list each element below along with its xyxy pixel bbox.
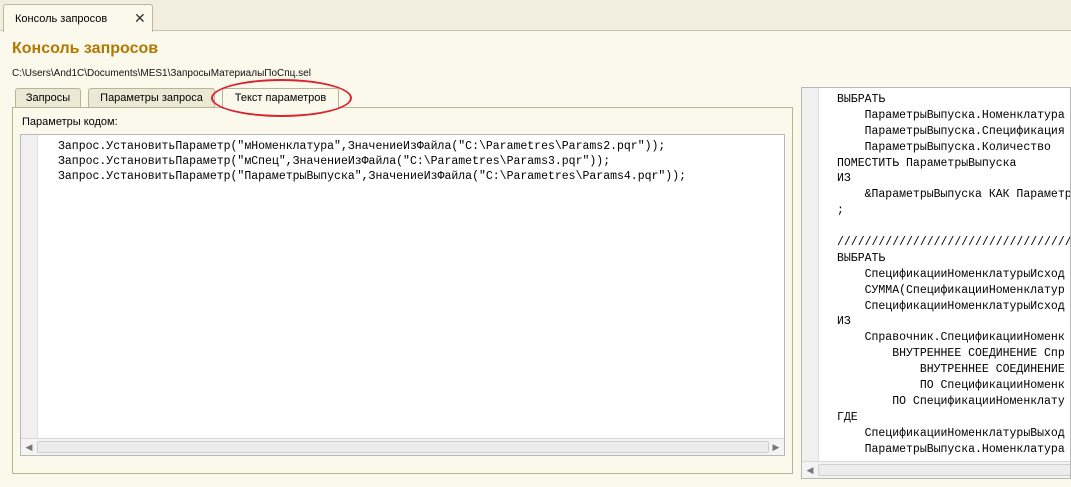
editor-gutter — [21, 135, 38, 439]
query-line: ИЗ — [837, 172, 851, 186]
code-line: Запрос.УстановитьПараметр("ПараметрыВыпу… — [58, 170, 687, 183]
scroll-right-icon[interactable]: ▶ — [770, 441, 782, 453]
query-line: ГДЕ — [837, 410, 858, 424]
query-line: ; — [837, 204, 844, 218]
window-tab-query-console[interactable]: Консоль запросов ✕ — [3, 4, 153, 32]
query-line: ВНУТРЕННЕЕ СОЕДИНЕНИЕ Спр — [837, 347, 1065, 361]
scrollbar-thumb[interactable] — [818, 464, 1070, 476]
params-code-text[interactable]: Запрос.УстановитьПараметр("мНоменклатура… — [58, 139, 686, 184]
query-line: ПараметрыВыпуска.Номенклатура — [837, 108, 1065, 122]
query-line: ПОМЕСТИТЬ ПараметрыВыпуска — [837, 156, 1017, 170]
query-line: ПараметрыВыпуска.Спецификация — [837, 124, 1065, 138]
query-line: ВЫБРАТЬ — [837, 93, 886, 106]
query-line: Справочник.СпецификацииНоменк — [837, 331, 1065, 345]
query-line — [837, 219, 1070, 235]
query-line: &ПараметрыВыпуска КАК Параметр — [837, 188, 1071, 202]
tab-queries-label: Запросы — [25, 92, 71, 104]
query-line: СпецификацииНоменклатурыИсход — [837, 267, 1065, 281]
query-line: ////////////////////////////////// — [837, 236, 1071, 250]
scroll-left-icon[interactable]: ◀ — [23, 441, 35, 453]
tab-queries[interactable]: Запросы — [15, 88, 81, 108]
query-line: СУММА(СпецификацииНоменклатур — [837, 283, 1065, 297]
query-line: СпецификацииНоменклатурыВыход — [837, 426, 1065, 440]
query-line: СпецификацииНоменклатурыИсход — [837, 299, 1065, 313]
window-tab-label: Консоль запросов — [15, 13, 108, 25]
query-text[interactable]: ВЫБРАТЬ ПараметрыВыпуска.Номенклатура Па… — [837, 92, 1071, 457]
query-line: ИЗ — [837, 315, 851, 329]
params-code-editor[interactable]: Запрос.УстановитьПараметр("мНоменклатура… — [20, 134, 785, 456]
horizontal-scrollbar[interactable]: ◀ ▶ — [21, 438, 784, 455]
scroll-left-icon[interactable]: ◀ — [804, 464, 816, 476]
query-line: ПараметрыВыпуска.Количество — [837, 140, 1051, 154]
tab-query-parameters[interactable]: Параметры запроса — [88, 88, 215, 108]
query-line: ВЫБРАТЬ — [837, 251, 886, 265]
code-line: Запрос.УстановитьПараметр("мСпец",Значен… — [58, 155, 611, 168]
query-line: ПО СпецификацииНоменк — [837, 379, 1065, 393]
file-path: C:\Users\And1C\Documents\MES1\ЗапросыМат… — [12, 68, 311, 79]
close-icon[interactable]: ✕ — [134, 11, 146, 25]
editor-gutter — [802, 88, 819, 478]
query-line: ВНУТРЕННЕЕ СОЕДИНЕНИЕ — [837, 363, 1065, 377]
scrollbar-thumb[interactable] — [37, 441, 769, 453]
highlight-ellipse — [211, 79, 352, 117]
query-text-editor[interactable]: ВЫБРАТЬ ПараметрыВыпуска.Номенклатура Па… — [801, 87, 1071, 479]
code-line: Запрос.УстановитьПараметр("мНоменклатура… — [58, 140, 666, 153]
params-code-label: Параметры кодом: — [22, 116, 118, 128]
window-tab-strip: Консоль запросов ✕ — [0, 0, 1071, 32]
tab-query-parameters-label: Параметры запроса — [100, 92, 203, 104]
query-line: ПараметрыВыпуска.Номенклатура — [837, 442, 1065, 456]
horizontal-scrollbar[interactable]: ◀ — [802, 461, 1070, 478]
page-title: Консоль запросов — [12, 40, 159, 57]
query-line: ПО СпецификацииНоменклату — [837, 394, 1065, 408]
